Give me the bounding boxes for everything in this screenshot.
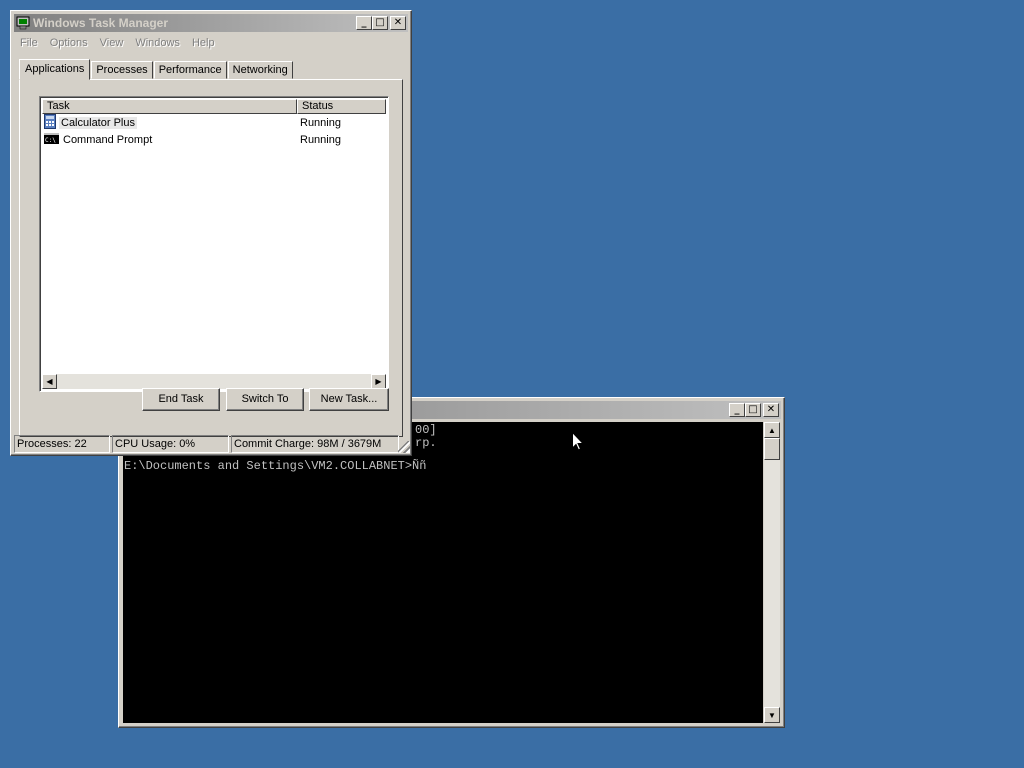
switch-to-button[interactable]: Switch To [226, 388, 304, 411]
console-prompt-line: E:\Documents and Settings\VM2.COLLABNET>… [124, 459, 427, 473]
table-row[interactable]: Calculator Plus Running [44, 114, 341, 132]
end-task-button[interactable]: End Task [142, 388, 220, 411]
close-button[interactable]: ✕ [763, 403, 779, 417]
task-name: Calculator Plus [59, 117, 137, 129]
close-icon: ✕ [766, 404, 776, 415]
status-processes: Processes: 22 [14, 435, 110, 453]
menu-windows[interactable]: Windows [129, 37, 186, 49]
menu-bar: File Options View Windows Help [14, 34, 408, 52]
maximize-icon: □ [748, 404, 758, 415]
task-manager-icon [16, 16, 30, 30]
maximize-button[interactable]: □ [745, 403, 761, 417]
scroll-down-button[interactable]: ▼ [764, 707, 780, 723]
tab-applications[interactable]: Applications [19, 59, 91, 80]
column-header-task[interactable]: Task [42, 99, 297, 114]
close-button[interactable]: ✕ [390, 16, 406, 30]
tab-processes[interactable]: Processes [91, 61, 153, 79]
console-line: rp. [415, 436, 437, 450]
svg-text:C:\: C:\ [45, 137, 56, 144]
scroll-up-button[interactable]: ▲ [764, 422, 780, 438]
menu-help[interactable]: Help [186, 37, 221, 49]
console-line: 00] [415, 423, 437, 437]
column-header-status[interactable]: Status [297, 99, 386, 114]
calculator-icon [44, 114, 56, 132]
task-name: Command Prompt [63, 134, 153, 146]
task-manager-window[interactable]: Windows Task Manager _ □ ✕ File Options … [10, 10, 412, 456]
minimize-icon: _ [734, 404, 740, 415]
status-commit-charge: Commit Charge: 98M / 3679M [231, 435, 399, 453]
menu-file[interactable]: File [14, 37, 44, 49]
arrow-right-icon: ▶ [375, 377, 382, 386]
arrow-down-icon: ▼ [768, 710, 776, 720]
tab-strip: Applications Processes Performance Netwo… [19, 59, 294, 80]
console-icon: C:\ [44, 133, 59, 147]
task-manager-titlebar[interactable]: Windows Task Manager _ □ ✕ [14, 14, 408, 32]
task-list[interactable]: Task Status Calculator Plus Running C:\ … [39, 96, 389, 392]
status-cpu-usage: CPU Usage: 0% [112, 435, 229, 453]
minimize-icon: _ [361, 17, 367, 28]
task-list-header: Task Status [42, 99, 386, 114]
tab-performance[interactable]: Performance [153, 61, 227, 79]
maximize-icon: □ [375, 17, 385, 28]
task-status: Running [300, 117, 341, 129]
status-bar: Processes: 22 CPU Usage: 0% Commit Charg… [14, 435, 410, 453]
console-output[interactable]: 00] rp. E:\Documents and Settings\VM2.CO… [123, 422, 763, 723]
resize-grip[interactable] [398, 441, 410, 453]
minimize-button[interactable]: _ [356, 16, 372, 30]
arrow-left-icon: ◀ [46, 377, 53, 386]
menu-view[interactable]: View [94, 37, 130, 49]
maximize-button[interactable]: □ [372, 16, 388, 30]
minimize-button[interactable]: _ [729, 403, 745, 417]
arrow-up-icon: ▲ [768, 425, 776, 435]
table-row[interactable]: C:\ Command Prompt Running [44, 132, 341, 148]
scroll-track[interactable] [57, 374, 371, 389]
menu-options[interactable]: Options [44, 37, 94, 49]
close-icon: ✕ [393, 17, 403, 28]
task-status: Running [300, 134, 341, 146]
scroll-left-button[interactable]: ◀ [42, 374, 57, 389]
new-task-button[interactable]: New Task... [309, 388, 389, 411]
task-list-horizontal-scrollbar[interactable]: ◀ ▶ [42, 374, 386, 389]
scroll-thumb[interactable] [764, 438, 780, 460]
mouse-pointer-icon [572, 431, 585, 454]
tab-networking[interactable]: Networking [227, 61, 293, 79]
task-manager-title: Windows Task Manager [33, 16, 169, 30]
scroll-right-button[interactable]: ▶ [371, 374, 386, 389]
console-vertical-scrollbar[interactable]: ▲ ▼ [764, 422, 780, 723]
